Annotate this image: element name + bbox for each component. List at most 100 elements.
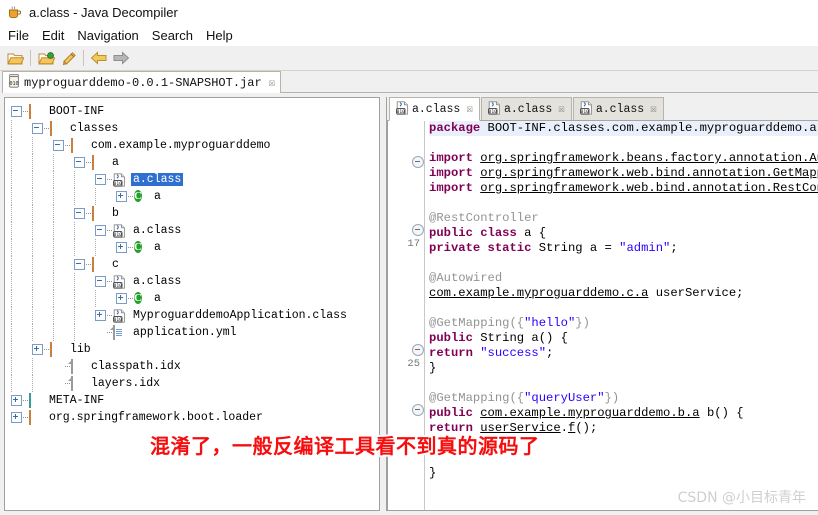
tree-node[interactable]: Ca — [11, 239, 379, 256]
tree-node[interactable]: a — [11, 154, 379, 171]
tree-node-label[interactable]: layers.idx — [89, 377, 162, 390]
tree-node-label[interactable]: classes — [68, 122, 120, 135]
tree-indent-guide — [32, 273, 53, 290]
tree-node[interactable]: 010a.class — [11, 222, 379, 239]
expand-icon[interactable] — [11, 412, 22, 423]
code-line: } — [429, 466, 818, 481]
jar-tab-strip-filler — [281, 71, 818, 93]
collapse-icon[interactable] — [32, 123, 43, 134]
tree-node-label[interactable]: b — [110, 207, 121, 220]
fold-collapse-icon[interactable] — [412, 344, 424, 356]
editor-tab-2[interactable]: 010a.class☒ — [573, 97, 664, 120]
expand-icon[interactable] — [95, 310, 106, 321]
code-line: return userService.f(); — [429, 421, 818, 436]
tree-node[interactable]: META-INF — [11, 392, 379, 409]
tree-node[interactable]: BOOT-INF — [11, 103, 379, 120]
menu-file[interactable]: File — [6, 27, 36, 45]
fold-collapse-icon[interactable] — [412, 404, 424, 416]
collapse-icon[interactable] — [53, 140, 64, 151]
collapse-icon[interactable] — [74, 208, 85, 219]
collapse-icon[interactable] — [74, 259, 85, 270]
tree-node[interactable]: Ca — [11, 290, 379, 307]
tree-node[interactable]: c — [11, 256, 379, 273]
tree-node-label[interactable]: application.yml — [131, 326, 239, 339]
tree-node-label[interactable]: org.springframework.boot.loader — [47, 411, 265, 424]
tree-node-label[interactable]: a.class — [131, 275, 183, 288]
tree-node-label[interactable]: lib — [68, 343, 93, 356]
menu-edit[interactable]: Edit — [40, 27, 71, 45]
tree-node[interactable]: Ca — [11, 188, 379, 205]
code-link[interactable]: userService — [480, 421, 560, 435]
back-arrow-icon[interactable] — [88, 48, 110, 68]
code-area[interactable]: 1725 package BOOT-INF.classes.com.exampl… — [387, 121, 818, 511]
expand-icon[interactable] — [116, 191, 127, 202]
open-file-icon[interactable] — [4, 48, 26, 68]
package-icon — [92, 156, 106, 170]
fold-collapse-icon[interactable] — [412, 224, 424, 236]
tree-node-label[interactable]: classpath.idx — [89, 360, 183, 373]
jar-tree-panel[interactable]: BOOT-INF classes com.example.myproguarddem… — [4, 97, 380, 511]
tree-node-label[interactable]: a.class — [131, 173, 183, 186]
expand-icon[interactable] — [32, 344, 43, 355]
menu-search[interactable]: Search — [150, 27, 200, 45]
package-icon — [50, 343, 64, 357]
expand-icon[interactable] — [116, 293, 127, 304]
close-icon[interactable]: ☒ — [269, 76, 276, 90]
code-link[interactable]: org.springframework.web.bind.annotation.… — [480, 166, 818, 180]
tree-node[interactable]: classpath.idx — [11, 358, 379, 375]
jar-tab-myproguarddemo[interactable]: 010 myproguarddemo-0.0.1-SNAPSHOT.jar ☒ — [2, 71, 281, 93]
close-icon[interactable]: ☒ — [466, 102, 473, 116]
tree-node[interactable]: org.springframework.boot.loader — [11, 409, 379, 426]
svg-text:010: 010 — [114, 283, 123, 289]
tree-node-label[interactable]: BOOT-INF — [47, 105, 106, 118]
code-token: String a = — [539, 241, 619, 255]
tree-node[interactable]: b — [11, 205, 379, 222]
tree-node[interactable]: com.example.myproguarddemo — [11, 137, 379, 154]
collapse-icon[interactable] — [95, 276, 106, 287]
tree-node-label[interactable]: META-INF — [47, 394, 106, 407]
code-token: package — [429, 121, 488, 135]
close-icon[interactable]: ☒ — [650, 102, 657, 116]
tree-node-label[interactable]: a — [152, 292, 163, 305]
code-link[interactable]: org.springframework.beans.factory.annota… — [480, 151, 818, 165]
tree-node[interactable]: lib — [11, 341, 379, 358]
tree-node-label[interactable]: com.example.myproguarddemo — [89, 139, 272, 152]
collapse-icon[interactable] — [11, 106, 22, 117]
tree-node-label[interactable]: a — [152, 241, 163, 254]
forward-arrow-icon[interactable] — [110, 48, 132, 68]
menu-navigation[interactable]: Navigation — [75, 27, 145, 45]
tree-node-label[interactable]: a — [110, 156, 121, 169]
java-class-icon: C — [134, 241, 148, 255]
expand-icon[interactable] — [11, 395, 22, 406]
expand-icon[interactable] — [116, 242, 127, 253]
code-link[interactable]: com.example.myproguarddemo.b.a — [480, 406, 699, 420]
code-line: public String a() { — [429, 331, 818, 346]
editor-tab-1[interactable]: 010a.class☒ — [481, 97, 572, 120]
tree-node-label[interactable]: MyproguarddemoApplication.class — [131, 309, 349, 322]
close-icon[interactable]: ☒ — [558, 102, 565, 116]
code-link[interactable]: com.example.myproguarddemo.c.a — [429, 286, 648, 300]
fold-collapse-icon[interactable] — [412, 156, 424, 168]
code-link[interactable]: org.springframework.web.bind.annotation.… — [480, 181, 818, 195]
tree-connector — [23, 400, 28, 402]
open-recent-icon[interactable] — [35, 48, 57, 68]
tree-node[interactable]: 010MyproguarddemoApplication.class — [11, 307, 379, 324]
tree-node-label[interactable]: a.class — [131, 224, 183, 237]
tree-node-label[interactable]: a — [152, 190, 163, 203]
line-number: 25 — [407, 358, 420, 370]
tree-node[interactable]: classes — [11, 120, 379, 137]
menu-help[interactable]: Help — [204, 27, 240, 45]
code-token: . — [561, 421, 568, 435]
editor-tab-0[interactable]: 010a.class☒ — [389, 97, 480, 121]
tree-node[interactable]: application.yml — [11, 324, 379, 341]
tree-connector — [86, 264, 91, 266]
collapse-icon[interactable] — [74, 157, 85, 168]
save-source-icon[interactable] — [57, 48, 79, 68]
tree-node[interactable]: 010a.class — [11, 171, 379, 188]
collapse-icon[interactable] — [95, 174, 106, 185]
tree-node-label[interactable]: c — [110, 258, 121, 271]
editor-gutter[interactable]: 1725 — [388, 121, 425, 510]
tree-node[interactable]: 010 a.class — [11, 273, 379, 290]
collapse-icon[interactable] — [95, 225, 106, 236]
tree-node[interactable]: layers.idx — [11, 375, 379, 392]
